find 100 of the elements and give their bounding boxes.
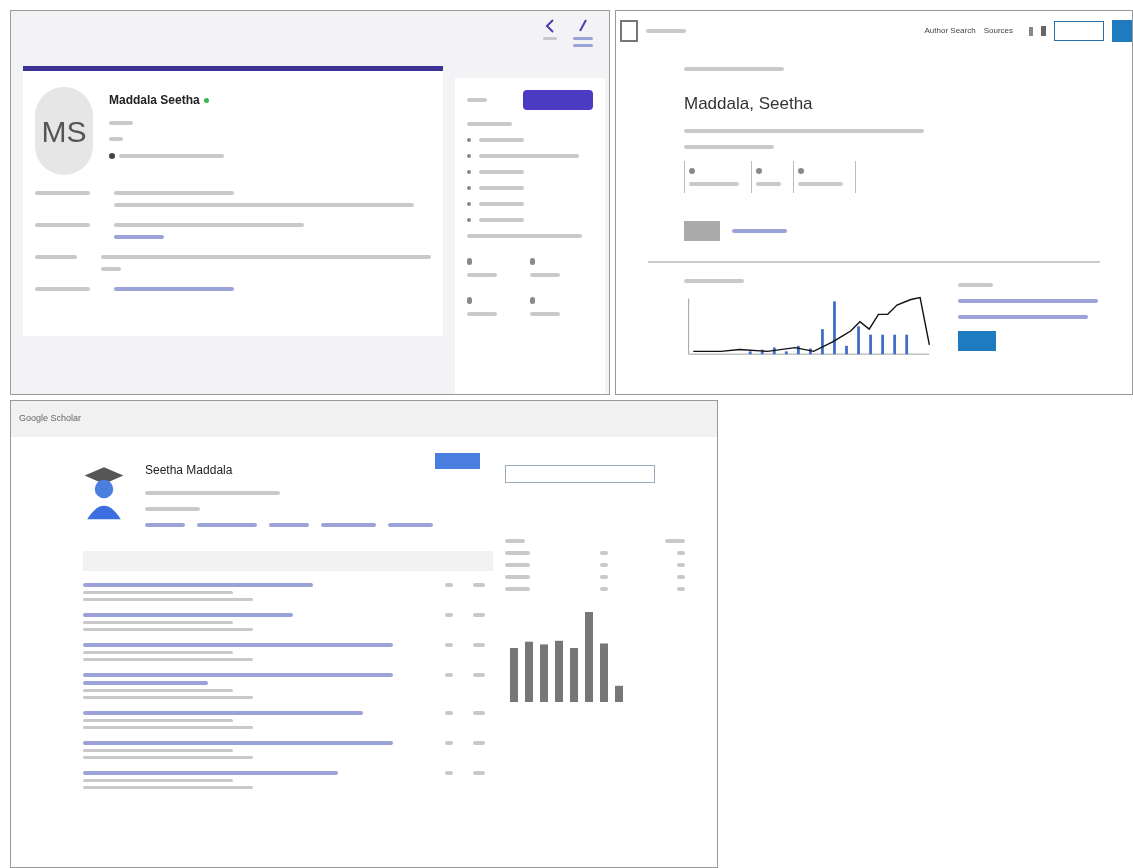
blurred-text <box>467 154 471 158</box>
blurred-text <box>473 673 485 677</box>
chart-bar <box>845 345 848 354</box>
blurred-text <box>958 282 993 287</box>
chart-bar <box>772 347 776 354</box>
blurred-text <box>473 643 485 647</box>
blurred-text <box>479 138 524 142</box>
profile-name: Seetha Maddala <box>145 462 234 479</box>
blurred-text <box>445 583 453 587</box>
profile-name: Maddala, Seetha <box>684 93 814 115</box>
blurred-text <box>35 191 90 195</box>
chart-bar <box>796 345 800 354</box>
blurred-text <box>646 29 686 33</box>
blurred-text <box>467 202 471 206</box>
chart-bar <box>869 334 872 354</box>
chart-bar <box>510 648 518 702</box>
blurred-text <box>101 267 121 271</box>
blurred-text <box>467 297 472 304</box>
blurred-text <box>732 228 787 233</box>
blurred-text <box>473 771 485 775</box>
blurred-text <box>756 181 781 186</box>
orcid-icon <box>109 153 115 159</box>
blurred-text <box>689 181 739 186</box>
outline-button[interactable] <box>505 465 655 483</box>
blurred-text <box>145 507 200 511</box>
blurred-text <box>505 575 530 579</box>
blurred-text <box>467 218 471 222</box>
blurred-text <box>543 37 557 40</box>
blurred-text <box>479 202 524 206</box>
chart-bar <box>615 685 623 702</box>
blurred-text <box>109 137 123 141</box>
blurred-text <box>798 167 804 174</box>
blurred-text <box>505 587 530 591</box>
blurred-text <box>473 583 485 587</box>
blurred-text <box>573 44 593 47</box>
blurred-text <box>197 523 257 527</box>
chart-bar <box>748 350 752 354</box>
chart-bar <box>833 300 836 354</box>
blurred-text <box>505 539 525 543</box>
blurred-text <box>35 223 90 227</box>
blurred-text <box>530 273 560 277</box>
verified-icon <box>203 97 209 103</box>
nav-link[interactable]: Sources <box>983 25 1013 37</box>
brand-logo: Google Scholar <box>19 412 82 426</box>
blurred-text <box>684 278 744 283</box>
chart-bar <box>881 334 884 354</box>
blurred-text <box>467 122 512 126</box>
chart-bar <box>821 328 824 354</box>
blurred-text <box>35 287 90 291</box>
blurred-text <box>530 312 560 316</box>
blurred-text <box>798 181 843 186</box>
blurred-text <box>467 312 497 316</box>
blurred-text <box>145 523 185 527</box>
blurred-text <box>445 643 453 647</box>
blurred-text <box>445 771 453 775</box>
blurred-text <box>665 539 685 543</box>
chart-bar <box>525 641 533 702</box>
blurred-text <box>445 711 453 715</box>
chart-bar <box>857 325 860 354</box>
chart-bar <box>760 349 764 354</box>
chart-bar <box>905 334 909 354</box>
blurred-text <box>467 273 497 277</box>
blurred-text <box>467 98 487 102</box>
blurred-text <box>505 551 530 555</box>
blurred-text <box>321 523 376 527</box>
blurred-text <box>35 255 77 259</box>
blurred-text <box>473 711 485 715</box>
follow-button[interactable] <box>684 220 720 241</box>
blurred-text <box>114 235 164 239</box>
blurred-text <box>388 523 433 527</box>
blurred-text <box>479 218 524 222</box>
blurred-text <box>467 186 471 190</box>
blurred-text <box>473 741 485 745</box>
nav-link[interactable]: Author Search <box>924 25 976 37</box>
blurred-text <box>530 297 535 304</box>
blurred-text <box>445 613 453 617</box>
pencil-icon[interactable] <box>578 19 588 33</box>
blurred-text <box>479 186 524 190</box>
blurred-text <box>445 741 453 745</box>
chart-bar <box>555 640 563 702</box>
profile-name: Maddala Seetha <box>109 92 200 109</box>
chart-bar <box>600 643 608 702</box>
outline-button[interactable] <box>1054 21 1104 41</box>
blurred-text <box>473 613 485 617</box>
chart-bar <box>570 648 578 702</box>
blurred-text <box>756 167 762 174</box>
chart-bar <box>784 350 788 354</box>
blurred-text <box>573 37 593 40</box>
blurred-text <box>689 167 695 174</box>
blurred-text <box>479 170 524 174</box>
blurred-text <box>109 121 133 125</box>
back-chevron-icon[interactable] <box>545 19 555 33</box>
logo-icon <box>620 20 638 42</box>
primary-button[interactable] <box>958 330 996 351</box>
chart-bar <box>809 348 812 354</box>
blurred-text <box>445 673 453 677</box>
blurred-text <box>505 563 530 567</box>
chart-bar <box>893 334 897 354</box>
blurred-text <box>269 523 309 527</box>
blurred-text <box>530 258 535 265</box>
